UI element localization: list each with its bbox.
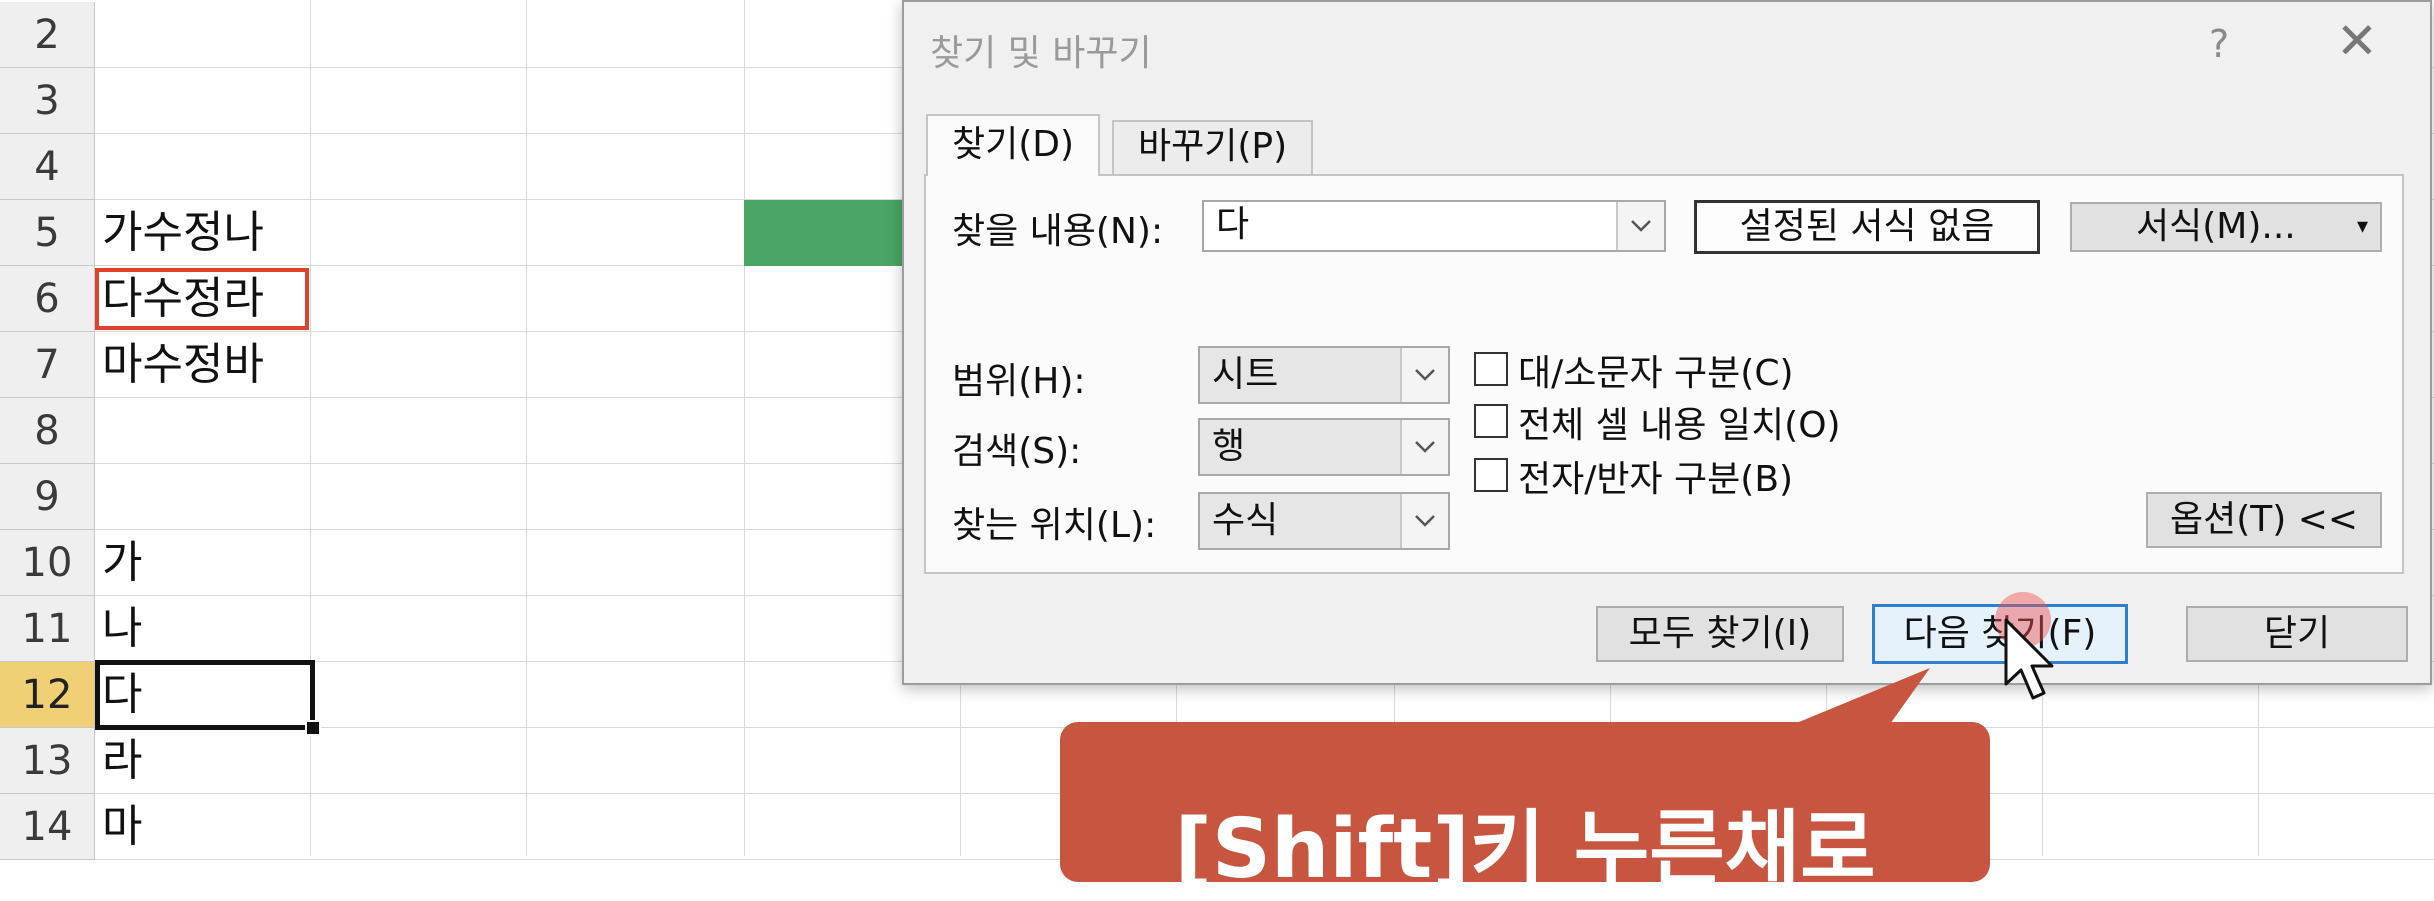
chevron-down-icon[interactable] [1400,420,1448,474]
help-button[interactable]: ? [2209,22,2229,66]
row-header[interactable]: 13 [0,728,95,794]
find-all-button[interactable]: 모두 찾기(I) [1596,606,1844,662]
row-header[interactable]: 8 [0,398,95,464]
match-entire-checkbox[interactable] [1474,404,1508,438]
dropdown-arrow-icon[interactable]: ▾ [2357,204,2368,250]
row-header[interactable]: 6 [0,266,95,332]
match-byte-checkbox[interactable] [1474,458,1508,492]
caption-callout: [Shift]키 누른채로 [1060,722,1990,897]
find-what-value: 다 [1216,204,1250,245]
dialog-title: 찾기 및 바꾸기 [930,33,1152,74]
options-button[interactable]: 옵션(T) << [2146,492,2382,548]
row-header[interactable]: 2 [0,2,95,68]
format-preview: 설정된 서식 없음 [1694,200,2040,254]
row-header[interactable]: 11 [0,596,95,662]
row-header[interactable]: 9 [0,464,95,530]
row-header[interactable]: 5 [0,200,95,266]
within-label: 범위(H): [952,361,1086,402]
cell-a[interactable]: 마 [102,794,142,860]
look-in-value: 수식 [1212,500,1279,541]
match-entire-label: 전체 셀 내용 일치(O) [1518,405,1841,446]
caption-text: [Shift]키 누른채로 [1174,802,1876,897]
green-filled-cell[interactable] [744,200,904,266]
cell-a[interactable]: 가수정나 [102,200,264,266]
cell-a[interactable]: 나 [102,596,142,662]
cell-a[interactable]: 가 [102,530,142,596]
match-case-checkbox[interactable] [1474,352,1508,386]
tab-replace[interactable]: 바꾸기(P) [1112,120,1314,174]
look-in-label: 찾는 위치(L): [952,505,1157,546]
row-header[interactable]: 4 [0,134,95,200]
cell-a[interactable]: 마수정바 [102,332,264,398]
cell-a[interactable]: 라 [102,728,142,794]
mouse-cursor-icon [2004,618,2054,700]
chevron-down-icon[interactable] [1400,494,1448,548]
within-value: 시트 [1212,354,1279,395]
highlight-box [95,268,309,330]
row-header[interactable]: 7 [0,332,95,398]
close-button[interactable]: 닫기 [2186,606,2408,662]
match-byte-label: 전자/반자 구분(B) [1518,459,1794,500]
chevron-down-icon[interactable] [1616,202,1664,250]
find-replace-dialog: 찾기 및 바꾸기 ? ✕ 찾기(D) 바꾸기(P) 찾을 내용(N): 다 설정… [902,0,2432,685]
find-what-label: 찾을 내용(N): [952,211,1164,252]
find-what-input[interactable]: 다 [1202,200,1666,252]
close-icon[interactable]: ✕ [2336,16,2378,66]
format-button[interactable]: 서식(M)... ▾ [2070,202,2382,252]
match-case-label: 대/소문자 구분(C) [1518,353,1794,394]
look-in-select[interactable]: 수식 [1198,492,1450,550]
search-label: 검색(S): [952,431,1082,472]
row-header[interactable]: 10 [0,530,95,596]
format-button-label: 서식(M)... [2136,206,2296,247]
search-select[interactable]: 행 [1198,418,1450,476]
row-header-active[interactable]: 12 [0,662,95,728]
fill-handle[interactable] [305,720,321,736]
chevron-down-icon[interactable] [1400,348,1448,402]
tab-find[interactable]: 찾기(D) [926,114,1101,176]
row-header[interactable]: 14 [0,794,95,860]
row-header[interactable]: 3 [0,68,95,134]
search-value: 행 [1212,426,1246,467]
within-select[interactable]: 시트 [1198,346,1450,404]
active-cell-border [95,660,315,730]
